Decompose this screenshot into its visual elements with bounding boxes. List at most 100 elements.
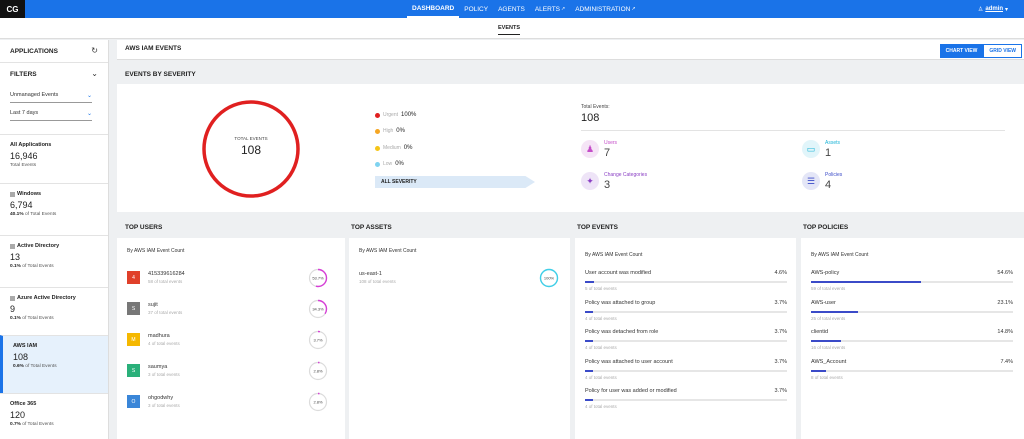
severity-value: 100%	[401, 112, 417, 118]
stat-assets[interactable]: ▭ Assets 1	[802, 140, 840, 159]
severity-legend-low[interactable]: Low 0%	[375, 161, 404, 167]
date-range-value: Last 7 days	[10, 110, 39, 116]
top-user-row[interactable]: Ssujit 37 of total events 34.3%	[127, 299, 337, 319]
top-users-panel: By AWS IAM Event Count 4 415339616284 58 o…	[117, 238, 345, 439]
app-card-office-365[interactable]: Office 365 120 0.7% of Total Events	[0, 393, 108, 439]
top-events-subtitle: By AWS IAM Event Count	[585, 252, 643, 258]
user-event-count: 3 of total events	[148, 372, 180, 377]
user-menu[interactable]: ♙ admin ▾	[978, 0, 1008, 18]
stat-label: Assets	[825, 140, 841, 146]
top-user-row[interactable]: Mmadhura 4 of total events 3.7%	[127, 330, 337, 350]
user-event-count: 3 of total events	[148, 403, 180, 408]
nav-item-administration[interactable]: ADMINISTRATION ↗	[570, 0, 640, 18]
app-name: Windows	[17, 191, 42, 197]
top-event-bar	[585, 281, 787, 283]
asset-name: us-east-1	[359, 271, 382, 277]
severity-legend-urgent[interactable]: Urgent 100%	[375, 112, 416, 118]
app-icon	[10, 295, 15, 301]
stat-value: 4	[825, 179, 832, 191]
stat-change-categories[interactable]: ✦ Change Categories 3	[581, 172, 647, 191]
top-policy-row[interactable]: AWS_Account 7.4% 8 of total events	[811, 359, 1013, 389]
top-event-name: Policy was attached to user account	[585, 358, 673, 365]
app-card-aws-iam[interactable]: AWS IAM 108 0.6% of Total Events	[0, 335, 108, 393]
top-event-event-count: 5 of total events	[585, 286, 617, 291]
top-event-row[interactable]: Policy was attached to user account 3.7% 4…	[585, 359, 787, 389]
top-event-bar-fill	[585, 340, 594, 342]
app-share-text: of Total Events	[23, 212, 57, 217]
top-event-row[interactable]: Policy was detached from role 3.7% 4 of to…	[585, 329, 787, 359]
percentage-ring-chart: 2.8%	[308, 361, 328, 381]
top-event-row[interactable]: User account was modified 4.6% 5 of total …	[585, 270, 787, 300]
categories-icon: ✦	[581, 172, 599, 190]
donut-total-value: 108	[240, 143, 262, 157]
app-logo[interactable]: CG	[0, 0, 25, 18]
top-event-row[interactable]: Policy for user was added or modified 3.7…	[585, 388, 787, 418]
top-event-percentage: 3.7%	[774, 299, 787, 306]
severity-legend-medium[interactable]: Medium 0%	[375, 145, 412, 151]
top-policies-title: TOP POLICIES	[803, 224, 849, 231]
total-events-value: 108	[581, 112, 600, 124]
app-share-text: Total Events	[10, 163, 37, 168]
app-share-text: of Total Events	[20, 316, 54, 321]
event-type-select[interactable]: Unmanaged Events ⌄	[10, 92, 92, 103]
top-event-name: Policy was attached to group	[585, 299, 656, 306]
app-card-windows[interactable]: Windows 6,794 40.1% of Total Events	[0, 183, 108, 235]
app-share-text: of Total Events	[23, 364, 57, 369]
nav-item-policy[interactable]: POLICY	[459, 0, 493, 18]
top-policy-row[interactable]: AWS-user 23.1% 25 of total events	[811, 300, 1013, 330]
tab-events[interactable]: EVENTS	[498, 25, 521, 35]
username[interactable]: admin	[985, 6, 1003, 12]
stat-text: Assets 1	[825, 140, 840, 159]
top-user-row[interactable]: 4 415339616284 58 of total events 53.7%	[127, 268, 337, 288]
nav-item-alerts[interactable]: ALERTS ↗	[530, 0, 570, 18]
app-card-azure-active-directory[interactable]: Azure Active Directory 9 0.1% of Total Eve…	[0, 287, 108, 335]
chart-view-button[interactable]: CHART VIEW	[939, 44, 984, 58]
top-user-row[interactable]: Oohgodwhy 3 of total events 2.8%	[127, 392, 337, 412]
percentage-ring-chart: 53.7%	[308, 268, 328, 288]
date-range-select[interactable]: Last 7 days ⌄	[10, 110, 92, 121]
nav-item-label: ADMINISTRATION	[575, 5, 631, 13]
nav-item-agents[interactable]: AGENTS	[493, 0, 530, 18]
top-policy-event-count: 59 of total events	[811, 286, 846, 291]
app-card-active-directory[interactable]: Active Directory 13 0.1% of Total Events	[0, 235, 108, 287]
app-event-share: 0.1% of Total Events	[10, 316, 98, 321]
top-event-row[interactable]: Policy was attached to group 3.7% 4 of tot…	[585, 300, 787, 330]
app-name: All Applications	[10, 142, 52, 148]
top-event-event-count: 4 of total events	[585, 374, 617, 380]
top-policy-bar-fill	[811, 340, 841, 342]
top-policy-row[interactable]: clientid 14.8% 16 of total events	[811, 329, 1013, 359]
app-event-share: 0.6% of Total Events	[13, 364, 98, 369]
stat-policies[interactable]: ☰ Policies 4	[802, 172, 842, 191]
severity-name: Medium	[383, 145, 401, 151]
top-policies-panel: By AWS IAM Event Count AWS-policy 54.6% 59…	[801, 238, 1024, 439]
top-policy-name: AWS-policy	[811, 270, 840, 276]
top-user-row[interactable]: Ssaumya 3 of total events 2.8%	[127, 361, 337, 381]
page-title: AWS IAM EVENTS	[125, 45, 182, 52]
chevron-down-icon[interactable]: ⌄	[91, 69, 98, 78]
top-event-bar-fill	[585, 399, 594, 401]
top-policy-bar	[811, 369, 1013, 372]
grid-view-button[interactable]: GRID VIEW	[983, 44, 1022, 58]
severity-dot	[375, 145, 380, 151]
top-policy-row[interactable]: AWS-policy 54.6% 59 of total events	[811, 270, 1013, 300]
main-header: AWS IAM EVENTS CHART VIEW GRID VIEW	[117, 40, 1024, 60]
severity-title: EVENTS BY SEVERITY	[125, 71, 196, 78]
top-event-bar-fill	[585, 281, 595, 283]
top-asset-row[interactable]: us-east-1 108 of total events 100%	[359, 268, 559, 288]
top-event-name: User account was modified	[585, 270, 652, 276]
severity-legend-high[interactable]: High 0%	[375, 128, 405, 134]
asset-event-count: 108 of total events	[359, 279, 396, 284]
app-card-all-applications[interactable]: All Applications 16,946 Total Events	[0, 134, 108, 183]
refresh-icon[interactable]: ↻	[91, 46, 98, 55]
nav-item-dashboard[interactable]: DASHBOARD	[407, 0, 460, 18]
top-policy-bar	[811, 310, 1013, 313]
stat-users[interactable]: ♟ Users 7	[581, 140, 617, 159]
top-policy-event-count: 16 of total events	[811, 345, 846, 350]
severity-value: 0%	[396, 128, 405, 134]
avatar: S	[127, 302, 140, 315]
top-nav-bar: CG DASHBOARD POLICY AGENTS ALERTS ↗ ADMINISTR…	[0, 0, 1024, 18]
stat-label: Policies	[825, 172, 843, 178]
top-assets-panel: By AWS IAM Event Count us-east-1 108 of t…	[349, 238, 570, 439]
app-event-share: 0.7% of Total Events	[10, 422, 98, 427]
all-severity-button[interactable]: ALL SEVERITY	[375, 176, 535, 188]
